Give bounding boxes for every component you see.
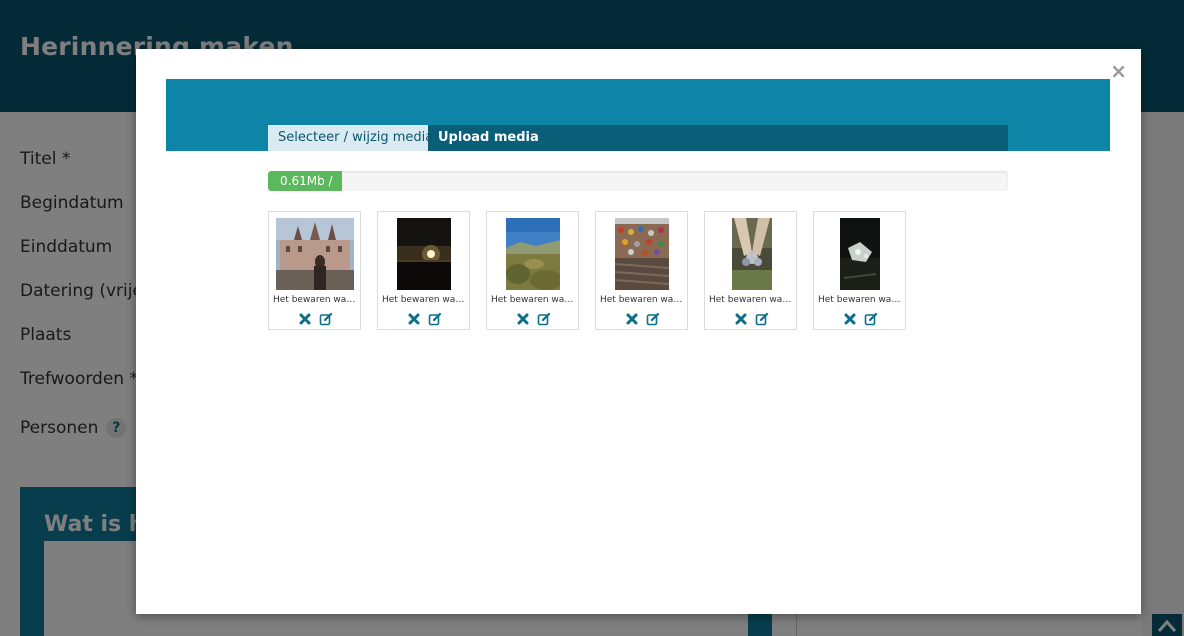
- media-actions: [487, 311, 580, 326]
- media-caption: Het bewaren waardevolle herinneringen: [600, 295, 685, 305]
- media-item[interactable]: Het bewaren waardevolle herinneringen: [268, 211, 361, 330]
- night-photo[interactable]: [840, 218, 880, 290]
- landscape-photo[interactable]: [506, 218, 560, 290]
- media-tabs: Selecteer / wijzig media Upload media: [268, 125, 1008, 151]
- media-actions: [596, 311, 689, 326]
- tab-select-media[interactable]: Selecteer / wijzig media: [268, 125, 433, 151]
- sunset-photo[interactable]: [397, 218, 451, 290]
- storage-usage-label: 0.61Mb /: [280, 174, 333, 188]
- media-modal: × Selecteer / wijzig media Upload media …: [136, 49, 1141, 614]
- media-caption: Het bewaren waardevolle herinneringen: [491, 295, 576, 305]
- remove-icon[interactable]: [298, 312, 312, 326]
- media-actions: [705, 311, 798, 326]
- edit-icon[interactable]: [864, 312, 878, 326]
- close-icon[interactable]: ×: [1110, 61, 1127, 81]
- media-caption: Het bewaren waardevolle herinneringen: [818, 295, 903, 305]
- tab-upload-media[interactable]: Upload media: [428, 125, 549, 151]
- remove-icon[interactable]: [625, 312, 639, 326]
- media-caption: Het bewaren waardevolle herinneringen: [382, 295, 467, 305]
- media-item[interactable]: Het bewaren waardevolle herinneringen: [377, 211, 470, 330]
- media-caption: Het bewaren waardevolle herinneringen: [709, 295, 794, 305]
- media-item[interactable]: Het bewaren waardevolle herinneringen: [595, 211, 688, 330]
- edit-icon[interactable]: [428, 312, 442, 326]
- media-item[interactable]: Het bewaren waardevolle herinneringen: [813, 211, 906, 330]
- media-item[interactable]: Het bewaren waardevolle herinneringen: [486, 211, 579, 330]
- media-actions: [378, 311, 471, 326]
- edit-icon[interactable]: [755, 312, 769, 326]
- media-actions: [269, 311, 362, 326]
- media-item[interactable]: Het bewaren waardevolle herinneringen: [704, 211, 797, 330]
- storage-progress-bar: 0.61Mb /: [268, 171, 1008, 191]
- love-locks-photo[interactable]: [615, 218, 669, 290]
- edit-icon[interactable]: [537, 312, 551, 326]
- remove-icon[interactable]: [734, 312, 748, 326]
- remove-icon[interactable]: [407, 312, 421, 326]
- shoes-photo[interactable]: [732, 218, 772, 290]
- media-grid: Het bewaren waardevolle herinneringen He…: [268, 211, 1008, 331]
- remove-icon[interactable]: [843, 312, 857, 326]
- edit-icon[interactable]: [319, 312, 333, 326]
- edit-icon[interactable]: [646, 312, 660, 326]
- remove-icon[interactable]: [516, 312, 530, 326]
- media-caption: Het bewaren waardevolle herinneringen: [273, 295, 358, 305]
- media-actions: [814, 311, 907, 326]
- castle-photo[interactable]: [276, 218, 354, 290]
